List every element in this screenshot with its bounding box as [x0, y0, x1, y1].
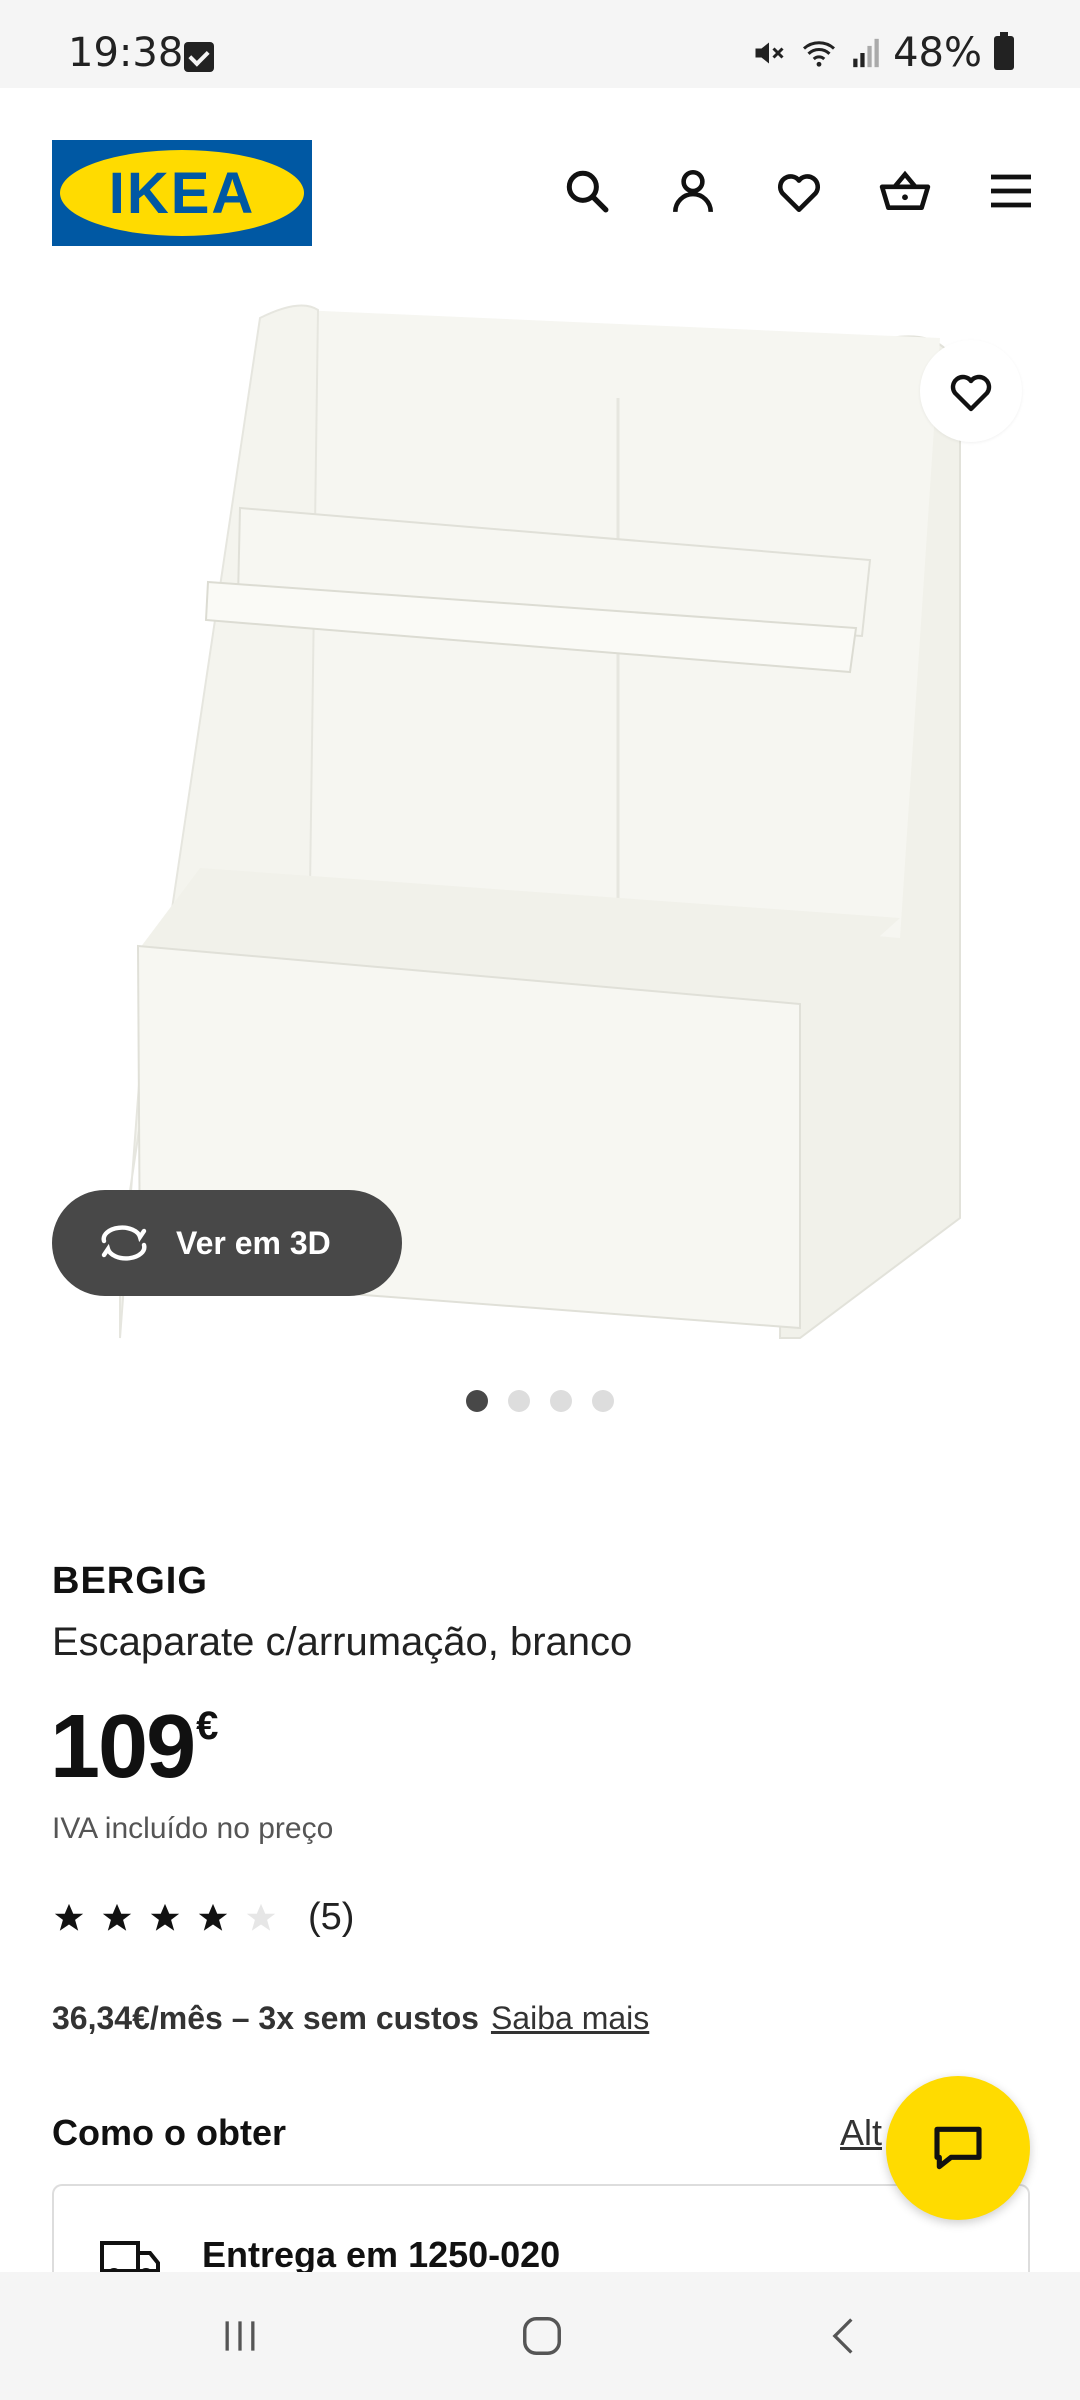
installment-text: 36,34€/mês – 3x sem custos — [52, 2000, 479, 2036]
star-filled-icon — [102, 1903, 132, 1931]
price-value: 109 — [50, 1697, 196, 1797]
star-empty-icon — [246, 1903, 276, 1931]
gallery-dot-4[interactable] — [592, 1390, 614, 1412]
ikea-logo[interactable]: IKEA — [52, 140, 312, 246]
price-currency: € — [196, 1704, 218, 1748]
home-button[interactable] — [512, 2306, 572, 2366]
mute-icon — [755, 42, 784, 64]
star-filled-icon — [150, 1903, 180, 1931]
how-to-get-title: Como o obter — [52, 2112, 286, 2153]
status-indicators: 48% — [751, 30, 1014, 76]
status-time: 19:38 — [68, 30, 184, 76]
chat-icon — [934, 2126, 982, 2170]
vat-note: IVA incluído no preço — [52, 1812, 334, 1845]
battery-percentage: 48% — [893, 30, 982, 76]
gallery-dot-3[interactable] — [550, 1390, 572, 1412]
rotate-3d-icon — [101, 1225, 147, 1261]
chat-button[interactable] — [886, 2076, 1030, 2220]
star-filled-icon — [54, 1903, 84, 1931]
product-brand: BERGIG — [52, 1560, 208, 1602]
header-actions — [556, 160, 1042, 222]
battery-icon — [994, 32, 1014, 70]
view-3d-button[interactable]: Ver em 3D — [52, 1190, 402, 1296]
product-gallery[interactable]: Ver em 3D — [0, 298, 1080, 1412]
gallery-dot-2[interactable] — [508, 1390, 530, 1412]
gallery-pagination — [0, 1390, 1080, 1412]
view-3d-label: Ver em 3D — [176, 1224, 331, 1261]
back-icon — [832, 2318, 853, 2354]
learn-more-link[interactable]: Saiba mais — [491, 2000, 649, 2037]
heart-icon — [950, 374, 992, 412]
back-button[interactable] — [814, 2306, 874, 2366]
basket-icon[interactable] — [874, 160, 936, 222]
delivery-option[interactable]: Entrega em 1250-020 — [52, 2184, 1030, 2284]
gallery-dot-1[interactable] — [466, 1390, 488, 1412]
recent-apps-button[interactable] — [210, 2306, 270, 2366]
system-nav-bar — [0, 2272, 1080, 2400]
signal-icon — [853, 38, 879, 68]
account-icon[interactable] — [662, 160, 724, 222]
checkbox-notification-icon — [184, 42, 214, 72]
add-to-favorites-button[interactable] — [920, 340, 1022, 442]
delivery-text: Entrega em 1250-020 — [202, 2234, 561, 2275]
status-bar: 19:38 48% — [0, 0, 1080, 88]
home-icon — [523, 2317, 561, 2355]
favorites-icon[interactable] — [768, 160, 830, 222]
change-location-link[interactable]: Alt — [840, 2112, 882, 2154]
installment-info: 36,34€/mês – 3x sem custos Saiba mais — [52, 2000, 649, 2037]
product-rating[interactable]: (5) — [52, 1896, 354, 1939]
review-count: (5) — [308, 1896, 355, 1938]
logo-text: IKEA — [108, 160, 256, 226]
product-description: Escaparate c/arrumação, branco — [52, 1620, 633, 1664]
star-filled-icon — [198, 1903, 228, 1931]
search-icon[interactable] — [556, 160, 618, 222]
site-header: IKEA — [0, 88, 1080, 298]
recent-apps-icon — [225, 2321, 255, 2351]
product-price: 109€ — [50, 1696, 218, 1799]
wifi-icon — [803, 41, 836, 67]
menu-icon[interactable] — [980, 160, 1042, 222]
